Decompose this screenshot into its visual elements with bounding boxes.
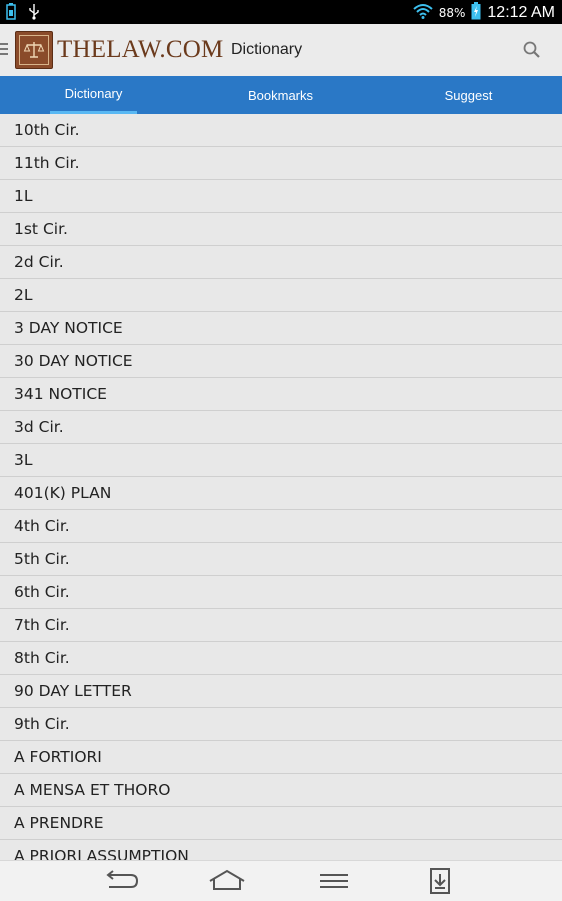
dictionary-term-list[interactable]: 10th Cir. 11th Cir. 1L 1st Cir. 2d Cir. … — [0, 114, 562, 860]
list-item[interactable]: A PRIORI ASSUMPTION — [0, 840, 562, 860]
list-item[interactable]: 30 DAY NOTICE — [0, 345, 562, 378]
list-item[interactable]: A PRENDRE — [0, 807, 562, 840]
battery-percent: 88% — [438, 5, 466, 20]
status-bar: 88% 12:12 AM — [0, 0, 562, 24]
list-item[interactable]: 341 NOTICE — [0, 378, 562, 411]
charging-battery-icon — [471, 2, 481, 23]
list-item[interactable]: 3 DAY NOTICE — [0, 312, 562, 345]
list-item[interactable]: 5th Cir. — [0, 543, 562, 576]
list-item[interactable]: 401(K) PLAN — [0, 477, 562, 510]
page-title: Dictionary — [231, 41, 303, 58]
system-navigation-bar — [0, 860, 562, 901]
list-item[interactable]: A MENSA ET THORO — [0, 774, 562, 807]
slide-aside-button[interactable] — [420, 867, 460, 895]
list-item[interactable]: 1st Cir. — [0, 213, 562, 246]
list-item[interactable]: 8th Cir. — [0, 642, 562, 675]
drawer-indicator-icon[interactable] — [0, 43, 8, 58]
list-item[interactable]: 3d Cir. — [0, 411, 562, 444]
action-bar: THELAW.COM Dictionary — [0, 24, 562, 76]
tab-suggest[interactable]: Suggest — [420, 76, 517, 114]
home-button[interactable] — [207, 867, 247, 895]
list-item[interactable]: 6th Cir. — [0, 576, 562, 609]
list-item[interactable]: 1L — [0, 180, 562, 213]
scales-of-justice-icon — [15, 31, 53, 69]
tab-bar: Dictionary Bookmarks Suggest — [0, 76, 562, 114]
list-item[interactable]: 4th Cir. — [0, 510, 562, 543]
battery-notification-icon — [6, 3, 16, 24]
list-item[interactable]: 7th Cir. — [0, 609, 562, 642]
search-icon[interactable] — [522, 40, 542, 60]
back-button[interactable] — [101, 867, 141, 895]
clock: 12:12 AM — [487, 3, 555, 21]
tab-bookmarks[interactable]: Bookmarks — [232, 76, 329, 114]
usb-icon — [28, 3, 40, 24]
list-item[interactable]: 11th Cir. — [0, 147, 562, 180]
app-logo[interactable]: THELAW.COM — [15, 31, 223, 69]
list-item[interactable]: 90 DAY LETTER — [0, 675, 562, 708]
list-item[interactable]: 2L — [0, 279, 562, 312]
list-item[interactable]: 9th Cir. — [0, 708, 562, 741]
wifi-icon — [413, 3, 433, 22]
list-item[interactable]: A FORTIORI — [0, 741, 562, 774]
list-item[interactable]: 10th Cir. — [0, 114, 562, 147]
list-item[interactable]: 3L — [0, 444, 562, 477]
notification-icons — [6, 3, 40, 24]
logo-text: THELAW.COM — [57, 36, 224, 63]
menu-button[interactable] — [314, 867, 354, 895]
tab-dictionary[interactable]: Dictionary — [50, 76, 137, 114]
list-item[interactable]: 2d Cir. — [0, 246, 562, 279]
